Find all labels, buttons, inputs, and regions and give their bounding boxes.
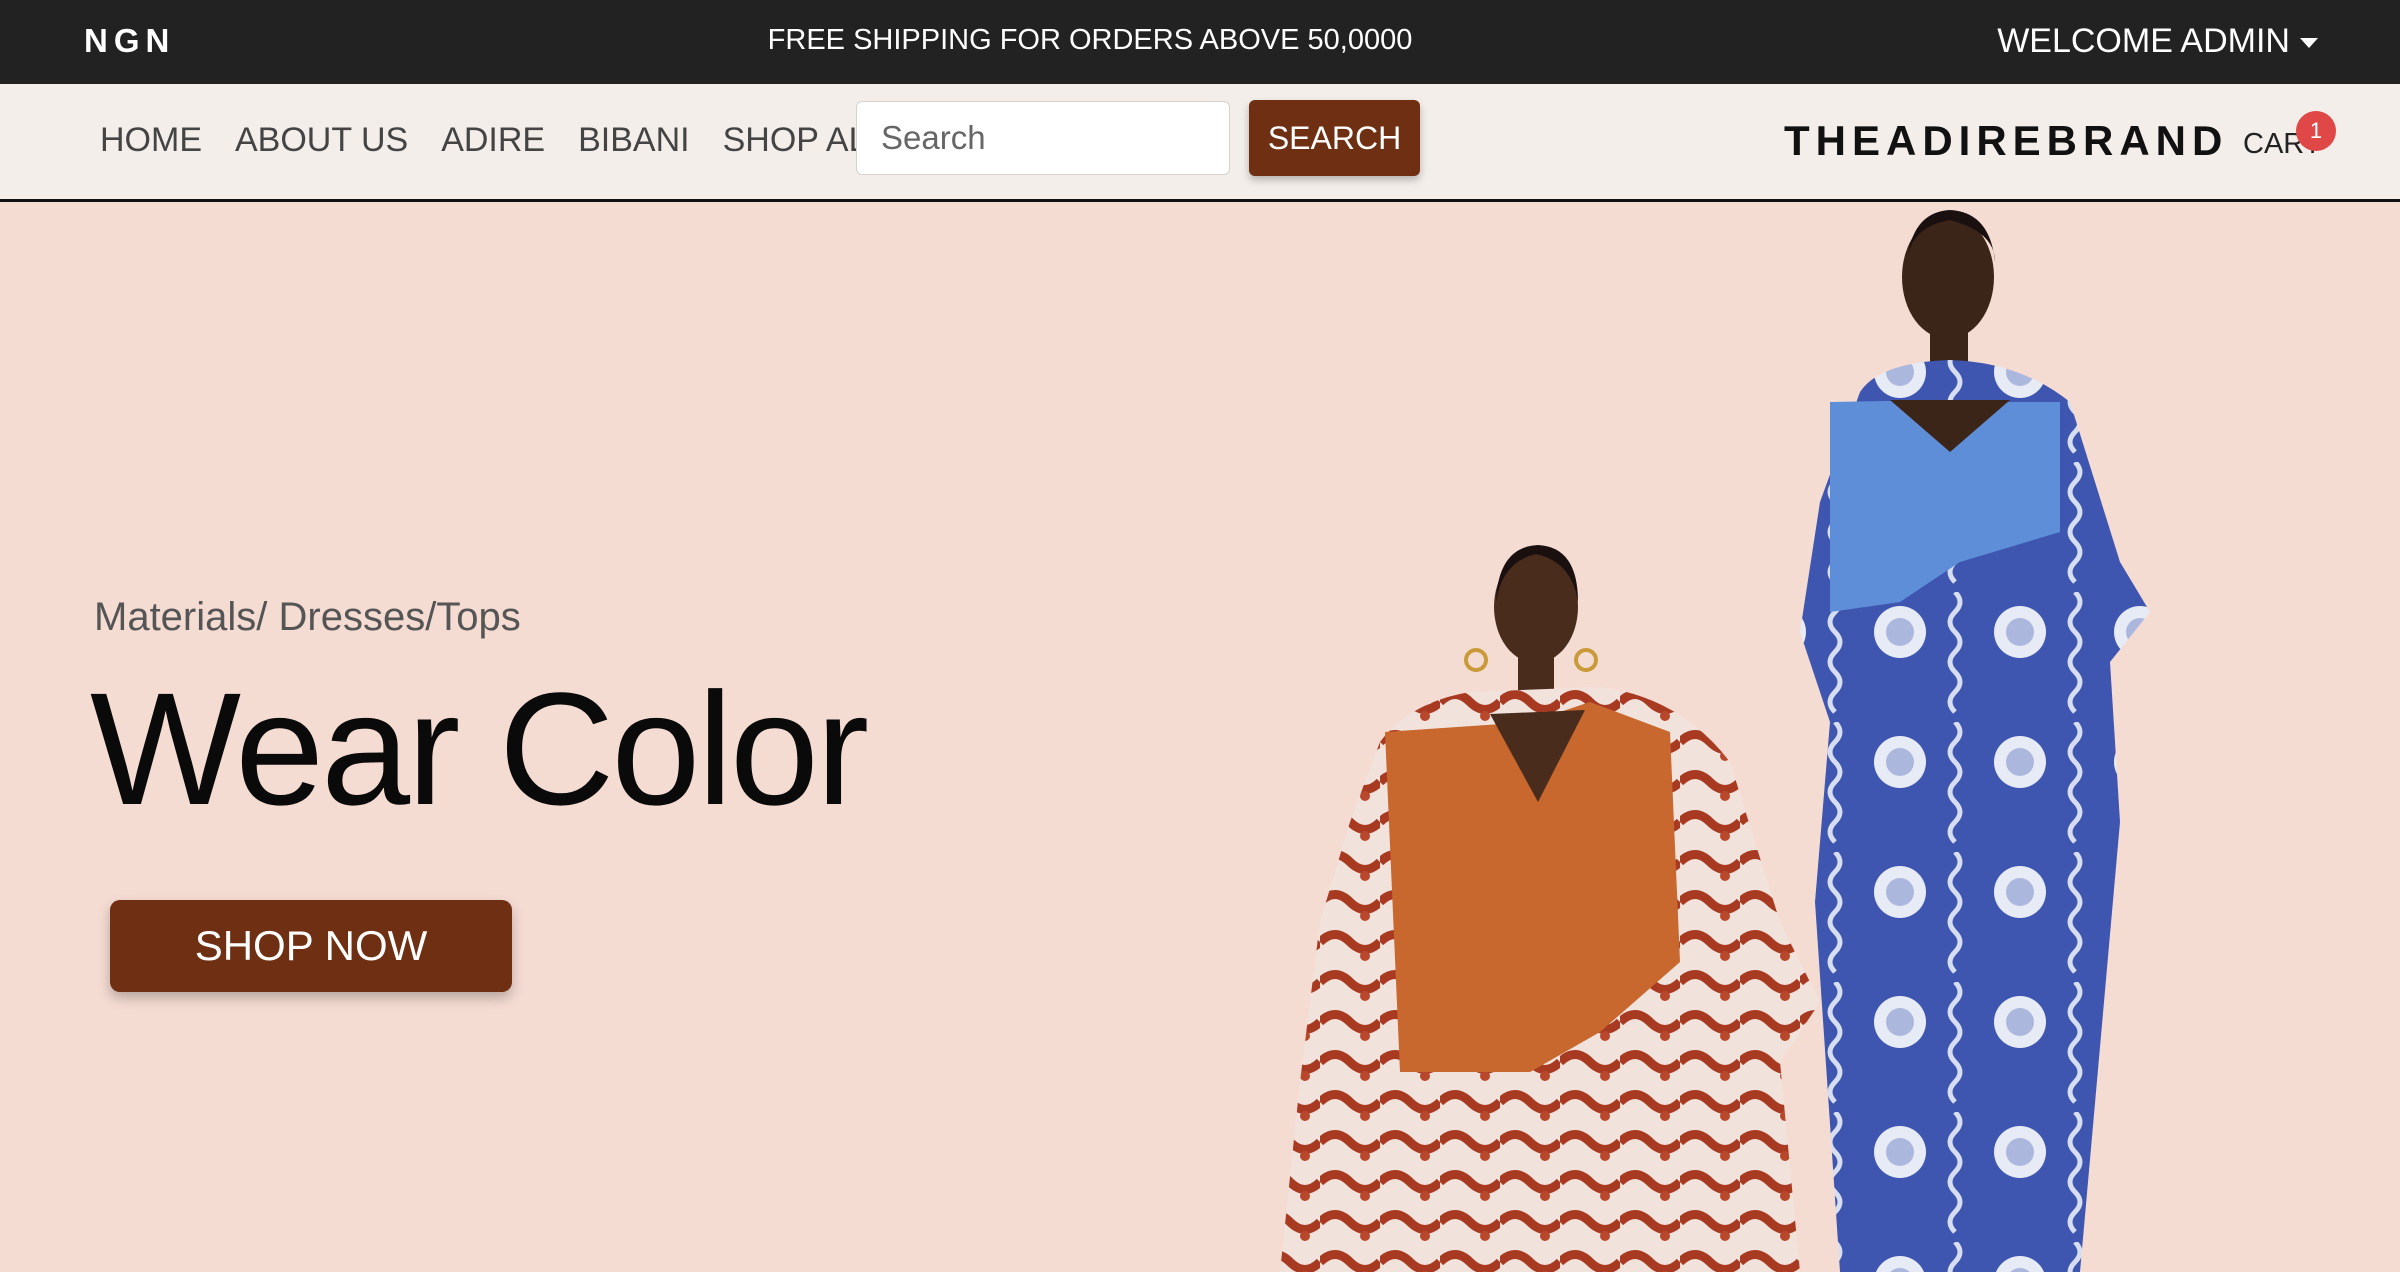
hero-models-image (1280, 210, 2150, 1272)
model-orange-dress (1280, 545, 1820, 1272)
nav-links: HOME ABOUT US ADIRE BIBANI SHOP ALL (100, 121, 886, 160)
main-navbar: HOME ABOUT US ADIRE BIBANI SHOP ALL SEAR… (0, 84, 2400, 202)
search-input[interactable] (856, 101, 1230, 175)
model-blue-dress (1800, 210, 2150, 1272)
account-dropdown[interactable]: WELCOME ADMIN (1997, 22, 2318, 61)
welcome-label: WELCOME ADMIN (1997, 22, 2290, 60)
hero-categories: Materials/ Dresses/Tops (94, 595, 521, 639)
nav-about-us[interactable]: ABOUT US (235, 121, 408, 160)
shop-now-button[interactable]: SHOP NOW (110, 900, 512, 992)
chevron-down-icon (2300, 37, 2318, 48)
cart-count-badge: 1 (2296, 111, 2336, 151)
brand-logo[interactable]: THEADIREBRAND (1784, 117, 2228, 165)
shipping-promo: FREE SHIPPING FOR ORDERS ABOVE 50,0000 (767, 24, 1413, 56)
nav-adire[interactable]: ADIRE (441, 121, 545, 160)
hero-headline: Wear Color (90, 659, 869, 838)
nav-bibani[interactable]: BIBANI (578, 121, 689, 160)
hero-banner: Materials/ Dresses/Tops Wear Color SHOP … (0, 202, 2400, 1272)
nav-home[interactable]: HOME (100, 121, 202, 160)
search-button[interactable]: SEARCH (1249, 100, 1420, 176)
top-bar: NGN FREE SHIPPING FOR ORDERS ABOVE 50,00… (0, 0, 2400, 84)
